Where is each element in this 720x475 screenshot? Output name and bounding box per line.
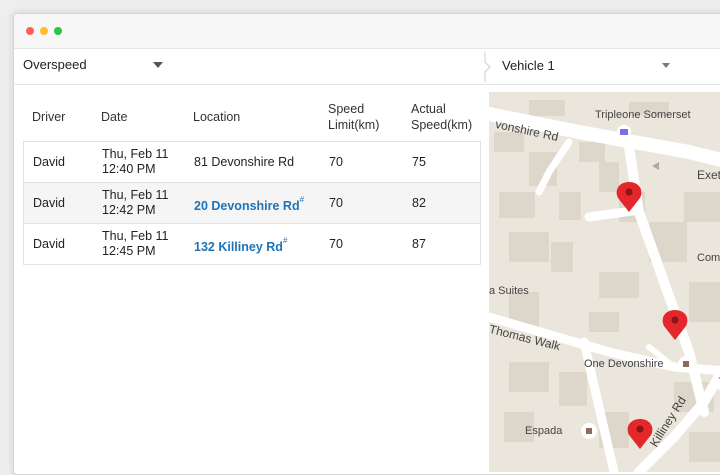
map-label-comcen: Comcen xyxy=(697,252,720,264)
time-line: 12:45 PM xyxy=(102,244,156,258)
header-actual-speed-line2: Speed(km) xyxy=(411,118,473,132)
location-marker: # xyxy=(282,236,288,245)
poi-marker-icon xyxy=(581,423,597,439)
time-line: 12:40 PM xyxy=(102,162,156,176)
date-cell: Thu, Feb 11 12:42 PM xyxy=(102,188,168,218)
table-row[interactable]: David Thu, Feb 11 12:40 PM 81 Devonshire… xyxy=(24,142,480,183)
map-label-exet: Exet xyxy=(697,168,720,182)
actual-speed-cell: 82 xyxy=(412,196,426,210)
location-link[interactable]: 132 Killiney Rd# xyxy=(194,224,287,267)
title-bar xyxy=(14,14,720,49)
minimize-window-button[interactable] xyxy=(40,27,48,35)
header-driver[interactable]: Driver xyxy=(32,109,65,125)
header-actual-speed-line1: Actual xyxy=(411,102,446,116)
actual-speed-cell: 87 xyxy=(412,237,426,251)
map-label-suites: a Suites xyxy=(489,285,529,297)
map-label-espada: Espada xyxy=(525,425,563,437)
location-text: 20 Devonshire Rd xyxy=(194,199,300,214)
divider-chevron-icon xyxy=(484,52,491,82)
maximize-window-button[interactable] xyxy=(54,27,62,35)
vehicle-dropdown[interactable]: Vehicle 1 xyxy=(502,49,672,84)
table-row[interactable]: David Thu, Feb 11 12:42 PM 20 Devonshire… xyxy=(24,183,480,224)
date-line: Thu, Feb 11 xyxy=(102,188,169,202)
map-pin-icon-3[interactable] xyxy=(627,419,653,449)
driver-cell: David xyxy=(33,196,65,210)
location-marker: # xyxy=(299,195,305,204)
event-type-value: Overspeed xyxy=(23,57,87,72)
time-line: 12:42 PM xyxy=(102,203,156,217)
close-window-button[interactable] xyxy=(26,27,34,35)
speed-limit-cell: 70 xyxy=(329,196,343,210)
location-text: 81 Devonshire Rd xyxy=(194,155,295,169)
poi-marker-icon xyxy=(617,125,631,139)
vehicle-value: Vehicle 1 xyxy=(502,58,555,73)
header-location[interactable]: Location xyxy=(193,109,240,125)
location-cell: 81 Devonshire Rd xyxy=(194,142,294,182)
map-view[interactable]: Tripleone Somerset vonshire Rd Exet Comc… xyxy=(489,92,720,472)
header-actual-speed[interactable]: Actual Speed(km) xyxy=(411,101,472,133)
location-text: 132 Killiney Rd xyxy=(194,240,283,255)
app-window: Overspeed Vehicle 1 Driver Date Location… xyxy=(13,13,720,475)
date-cell: Thu, Feb 11 12:45 PM xyxy=(102,229,168,259)
chevron-down-icon[interactable] xyxy=(662,63,670,68)
poi-marker-icon xyxy=(678,356,694,372)
actual-speed-cell: 75 xyxy=(412,155,426,169)
date-line: Thu, Feb 11 xyxy=(102,229,169,243)
speed-limit-cell: 70 xyxy=(329,237,343,251)
location-link[interactable]: 20 Devonshire Rd# xyxy=(194,183,304,226)
map-label-tripleone: Tripleone Somerset xyxy=(595,109,691,121)
header-speed-limit-line1: Speed xyxy=(328,102,365,116)
overspeed-table: David Thu, Feb 11 12:40 PM 81 Devonshire… xyxy=(23,141,481,265)
table-row[interactable]: David Thu, Feb 11 12:45 PM 132 Killiney … xyxy=(24,224,480,264)
filter-toolbar: Overspeed Vehicle 1 xyxy=(14,49,720,85)
driver-cell: David xyxy=(33,155,65,169)
header-speed-limit[interactable]: Speed Limit(km) xyxy=(328,101,379,133)
one-way-arrow-icon xyxy=(652,162,659,170)
header-speed-limit-line2: Limit(km) xyxy=(328,118,380,132)
table-header: Driver Date Location Speed Limit(km) Act… xyxy=(23,92,481,142)
event-type-dropdown[interactable]: Overspeed xyxy=(23,49,163,84)
driver-cell: David xyxy=(33,237,65,251)
header-date[interactable]: Date xyxy=(101,109,127,125)
date-cell: Thu, Feb 11 12:40 PM xyxy=(102,147,168,177)
chevron-down-icon[interactable] xyxy=(153,62,163,68)
map-label-one-devonshire: One Devonshire xyxy=(584,358,664,370)
date-line: Thu, Feb 11 xyxy=(102,147,169,161)
speed-limit-cell: 70 xyxy=(329,155,343,169)
map-canvas xyxy=(489,100,720,472)
